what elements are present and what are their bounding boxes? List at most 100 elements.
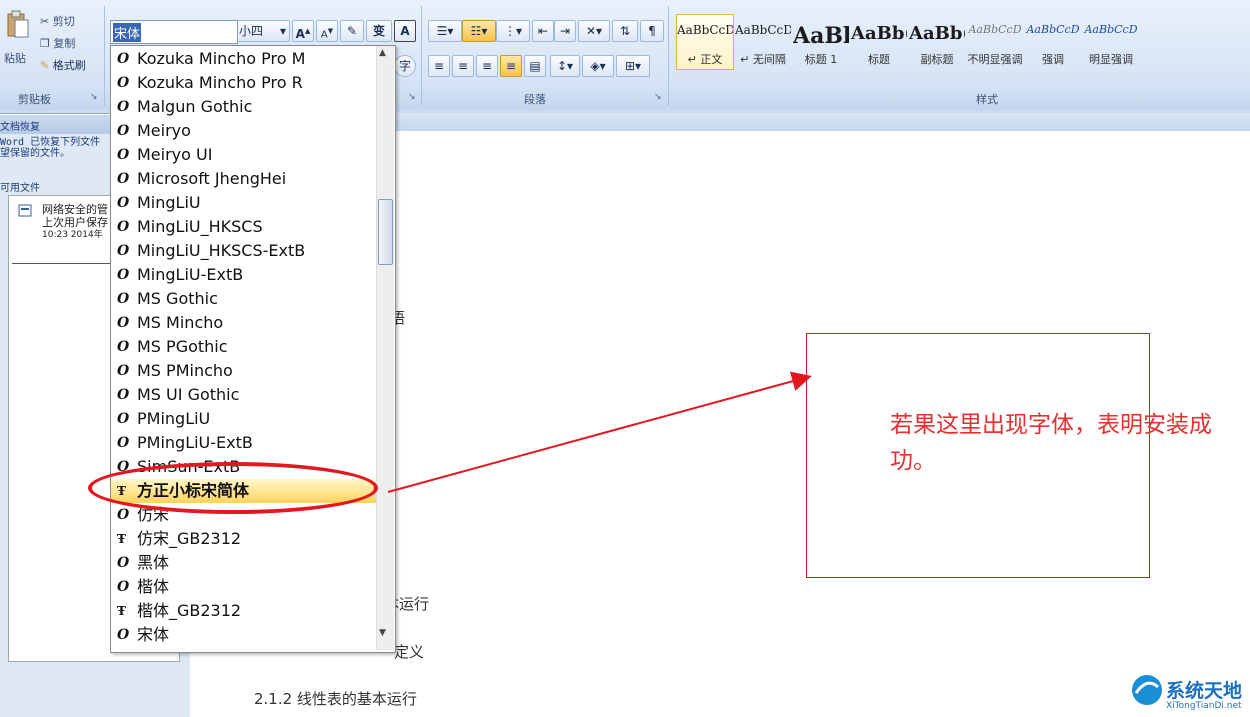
opentype-font-icon: O: [117, 435, 130, 451]
font-list-item[interactable]: O MS PMincho: [111, 359, 377, 383]
style-sample: AaBbCcD: [968, 23, 1022, 36]
chinese-layout-icon[interactable]: ✕▾: [578, 20, 610, 42]
cut-button[interactable]: ✂ 剪切: [40, 13, 75, 29]
watermark-name: 系统天地: [1166, 680, 1243, 702]
justify-icon[interactable]: ≡: [500, 55, 522, 77]
style-name: 标题 1: [804, 53, 838, 66]
grow-font-button[interactable]: A▲: [292, 20, 314, 42]
align-center-icon[interactable]: ≡: [452, 55, 474, 77]
font-list-item[interactable]: O MS PGothic: [111, 335, 377, 359]
font-list-item[interactable]: O MS Mincho: [111, 311, 377, 335]
brush-icon: ✎: [40, 59, 50, 72]
clipboard-launcher-icon[interactable]: ↘: [90, 92, 98, 102]
font-list-item[interactable]: O MingLiU-ExtB: [111, 263, 377, 287]
bullets-icon[interactable]: ☰▾: [428, 20, 462, 42]
style-tile[interactable]: AaBbCcD 不明显强调: [966, 14, 1024, 70]
numbering-icon[interactable]: ☷▾: [462, 20, 496, 42]
font-list-item[interactable]: O 黑体: [111, 551, 377, 575]
style-sample: AaBbCcDc: [677, 23, 733, 37]
font-list-item[interactable]: O 楷体: [111, 575, 377, 599]
style-tile[interactable]: AaBbCcD 强调: [1024, 14, 1082, 70]
font-list-item[interactable]: O 宋体: [111, 623, 377, 647]
font-name: 楷体: [137, 577, 170, 596]
scrollbar-thumb[interactable]: [378, 199, 393, 265]
font-list-item[interactable]: O MingLiU_HKSCS-ExtB: [111, 239, 377, 263]
copy-button[interactable]: ❐ 复制: [40, 35, 75, 51]
highlight-ellipse: [88, 462, 378, 514]
align-left-icon[interactable]: ≡: [428, 55, 450, 77]
opentype-font-icon: O: [117, 555, 130, 571]
copy-label: 复制: [53, 37, 76, 50]
font-name: PMingLiU-ExtB: [137, 433, 253, 452]
style-name: 不明显强调: [967, 53, 1023, 66]
style-sample: AaBb(: [851, 23, 907, 44]
style-sample: AaBbCcD: [1084, 23, 1138, 36]
align-right-icon[interactable]: ≡: [476, 55, 498, 77]
font-list-item[interactable]: O Meiryo: [111, 119, 377, 143]
style-sample: AaBl: [793, 23, 849, 49]
style-tile[interactable]: AaBl 标题 1: [792, 14, 850, 70]
character-border-icon[interactable]: A: [394, 20, 416, 42]
opentype-font-icon: O: [117, 291, 130, 307]
font-name: MS Mincho: [137, 313, 224, 332]
recovery-pane-title: 文档恢复: [0, 122, 40, 133]
recovery-message-line1: Word 已恢复下列文件: [0, 137, 101, 148]
font-dropdown-list: O Kozuka Mincho Pro M O Kozuka Mincho Pro R…: [110, 45, 396, 653]
font-list-item[interactable]: O PMingLiU-ExtB: [111, 431, 377, 455]
opentype-font-icon: O: [117, 315, 130, 331]
opentype-font-icon: O: [117, 267, 130, 283]
style-tile[interactable]: AaBb(标题: [850, 14, 908, 70]
font-list-item[interactable]: O Meiryo UI: [111, 143, 377, 167]
font-list-item[interactable]: O MS Gothic: [111, 287, 377, 311]
line-spacing-icon[interactable]: ↕▾: [550, 55, 580, 77]
enclose-characters-icon[interactable]: 字: [394, 55, 416, 77]
distributed-icon[interactable]: ▤: [524, 55, 546, 77]
opentype-font-icon: O: [117, 51, 130, 67]
phonetic-guide-icon[interactable]: 变: [366, 20, 392, 42]
style-tile[interactable]: AaBb(副标题: [908, 14, 966, 70]
font-list-item[interactable]: O MingLiU: [111, 191, 377, 215]
recovered-file-item[interactable]: 网络安全的管 上次用户保存 10:23 2014年: [42, 203, 108, 242]
shrink-font-button[interactable]: A▼: [316, 20, 338, 42]
font-name: Kozuka Mincho Pro R: [137, 73, 303, 92]
paragraph-launcher-icon[interactable]: ↘: [654, 92, 662, 102]
font-list-scrollbar[interactable]: ▲ ▼: [376, 46, 394, 650]
scroll-up-icon[interactable]: ▲: [379, 48, 386, 58]
font-list-item[interactable]: O Kozuka Mincho Pro R: [111, 71, 377, 95]
font-list-item[interactable]: O MS UI Gothic: [111, 383, 377, 407]
show-marks-icon[interactable]: ¶: [640, 20, 664, 42]
font-name: MingLiU-ExtB: [137, 265, 244, 284]
font-name: MS UI Gothic: [137, 385, 240, 404]
scroll-down-icon[interactable]: ▼: [379, 628, 386, 638]
clear-format-icon[interactable]: ✎: [340, 20, 364, 42]
decrease-indent-icon[interactable]: ⇤: [532, 20, 554, 42]
style-tile[interactable]: AaBbCcDc ↵ 正文: [676, 14, 734, 70]
paste-button[interactable]: 粘贴: [4, 50, 26, 66]
font-list-item[interactable]: O Malgun Gothic: [111, 95, 377, 119]
font-name: 仿宋_GB2312: [137, 529, 242, 548]
borders-icon[interactable]: ⊞▾: [616, 55, 650, 77]
style-tile[interactable]: AaBbCcDc ↵ 无间隔: [734, 14, 792, 70]
font-list-item[interactable]: O MingLiU_HKSCS: [111, 215, 377, 239]
chevron-down-icon: ▾: [279, 24, 286, 38]
sort-icon[interactable]: ⇅: [612, 20, 638, 42]
font-list-item[interactable]: O Kozuka Mincho Pro M: [111, 47, 377, 71]
font-list-item[interactable]: Ŧ 楷体_GB2312: [111, 599, 377, 623]
style-tile[interactable]: AaBbCcD 明显强调: [1082, 14, 1140, 70]
style-name: 强调: [1042, 53, 1064, 66]
format-painter-button[interactable]: ✎ 格式刷: [40, 57, 86, 73]
increase-indent-icon[interactable]: ⇥: [554, 20, 576, 42]
paste-icon[interactable]: [6, 10, 30, 40]
font-list-item[interactable]: O PMingLiU: [111, 407, 377, 431]
font-launcher-icon[interactable]: ↘: [408, 92, 416, 102]
style-name: ↵ 正文: [687, 53, 723, 66]
font-name: 楷体_GB2312: [137, 601, 242, 620]
font-size-dropdown[interactable]: 小四 ▾: [236, 20, 290, 42]
font-list-item[interactable]: Ŧ 仿宋_GB2312: [111, 527, 377, 551]
font-list-item[interactable]: O Microsoft JhengHei: [111, 167, 377, 191]
shading-icon[interactable]: ◈▾: [582, 55, 614, 77]
font-name: MingLiU_HKSCS: [137, 217, 263, 236]
multilevel-list-icon[interactable]: ⋮▾: [496, 20, 530, 42]
font-name: Malgun Gothic: [137, 97, 253, 116]
font-name-input[interactable]: 宋体: [110, 20, 238, 44]
